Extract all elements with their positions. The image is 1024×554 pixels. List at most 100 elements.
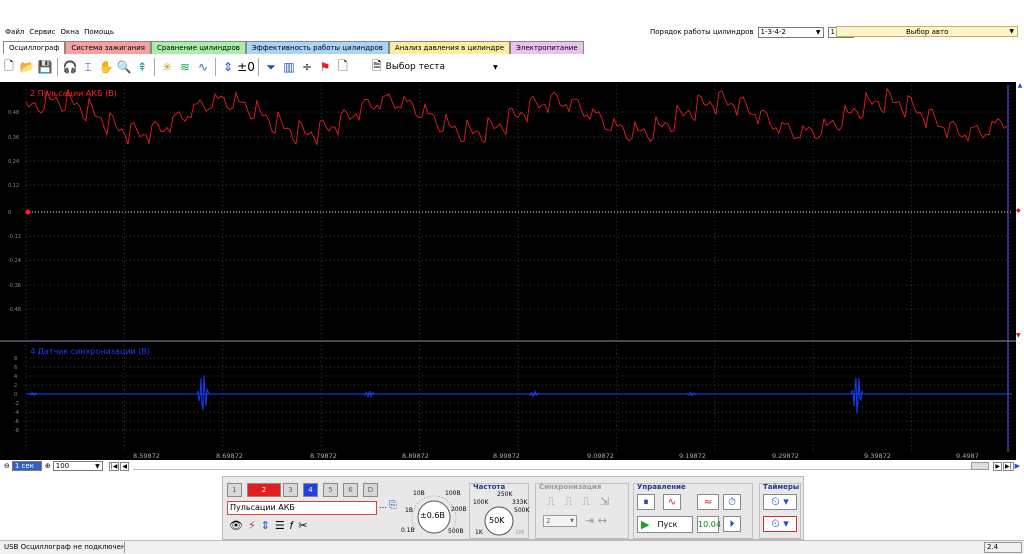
menu-service[interactable]: Сервис <box>29 28 55 36</box>
prev-icon[interactable]: ◀ <box>120 461 130 471</box>
open-folder-icon[interactable]: 📂 <box>19 59 36 76</box>
chevron-down-icon: ▼ <box>1009 28 1014 35</box>
zoom-value: 100 <box>55 462 70 470</box>
zoom-in-icon[interactable]: ⊕ <box>45 462 51 470</box>
sync-level-icon[interactable]: ⇥ ↔ <box>585 514 607 527</box>
y-tick-label: 0 <box>14 392 17 398</box>
channel-button-3[interactable]: 3 <box>283 483 298 497</box>
oscilloscope-view[interactable]: 0.48 0.36 0.24 0.12 0 -0.12 -0.24 -0.36 -0.48 8 6 4… <box>0 82 1016 460</box>
channel-button-1[interactable]: 1 <box>227 483 242 497</box>
cylinder-order-value: 1-3-4-2 <box>760 28 786 36</box>
channel-button-D[interactable]: D <box>363 483 378 497</box>
scatter-icon[interactable]: ✳ <box>159 59 176 76</box>
timer-button[interactable]: ⏲ ▾ <box>763 494 797 510</box>
tab-3[interactable]: Эффективность работы цилиндров <box>245 41 389 54</box>
ellipsis-icon[interactable]: … <box>379 501 387 510</box>
channel-button-5[interactable]: 5 <box>323 483 338 497</box>
first-icon[interactable]: |◀ <box>108 461 120 471</box>
knob-label: 0.1В <box>401 527 415 534</box>
start-label: Пуск <box>657 520 678 529</box>
tab-1[interactable]: Система зажигания <box>65 41 151 54</box>
next-icon[interactable]: ▶ <box>993 461 1002 471</box>
hand-icon[interactable]: ✋ <box>98 59 115 76</box>
fall-icon[interactable]: ⎍ <box>582 495 590 509</box>
marker-red-icon[interactable]: ◆ <box>1016 207 1021 214</box>
channel-label-2: 2 Пульсации АКБ (В) <box>30 89 117 98</box>
last-icon[interactable]: ▶| <box>1002 461 1014 471</box>
test-select[interactable]: 🗎 Выбор теста ▼ <box>372 57 498 78</box>
page-icon[interactable]: 🗋 <box>335 59 352 76</box>
arrow-up-icon[interactable]: ▲ <box>1016 82 1024 89</box>
auto-sync-icon[interactable]: ⇲ <box>600 495 609 509</box>
scroll-thumb[interactable] <box>971 462 990 470</box>
auto-scale-icon[interactable]: ⇕ <box>220 59 237 76</box>
function-icon[interactable]: 𝑓 <box>290 519 293 533</box>
tab-4[interactable]: Анализ давления в цилиндре <box>388 41 510 54</box>
menu-file[interactable]: Файл <box>5 28 24 36</box>
tab-2[interactable]: Сравнение цилиндров <box>150 41 246 54</box>
fit-icon[interactable]: ⇞ <box>134 59 151 76</box>
freq-label: 100K <box>473 499 489 506</box>
channel-name-input[interactable]: Пульсации АКБ <box>227 501 377 515</box>
filter-icon[interactable]: ⏷ <box>263 59 280 76</box>
auto-play-button[interactable]: ⏵ <box>723 516 741 532</box>
cursor-icon[interactable]: ⌶ <box>80 59 97 76</box>
toolbar-separator <box>258 58 259 76</box>
cylinder-order-select[interactable]: 1-3-4-2 ▼ <box>757 26 824 38</box>
tab-5[interactable]: Электропитание <box>510 41 584 54</box>
freq-label: 333K <box>512 499 528 506</box>
time-scrollbar[interactable] <box>133 462 990 470</box>
arrow-down-icon[interactable]: ▼ <box>1016 332 1021 339</box>
y-tick-label: -4 <box>14 410 19 416</box>
sine-button[interactable]: ∿ <box>663 494 681 510</box>
tab-bar: Осциллограф Система зажигания Сравнение ци… <box>3 41 584 54</box>
play-icon[interactable]: ▶ <box>1015 462 1020 470</box>
save-channel-icon[interactable]: ⎘ <box>389 500 397 511</box>
x-tick-label: 9.29872 <box>772 452 799 460</box>
knob-label: 10В <box>413 490 425 497</box>
sync-channel-select[interactable]: 2 ▼ <box>543 515 577 527</box>
scope-right-scroll[interactable]: ▲ ◆ ▼ <box>1016 82 1024 460</box>
new-file-icon[interactable]: 🗋 <box>1 59 18 76</box>
tools-icon[interactable]: ✂ <box>298 519 307 533</box>
channel-label-4: 4 Датчик синхронизации (В) <box>30 347 150 356</box>
oscilloscope-canvas[interactable]: 0.48 0.36 0.24 0.12 0 -0.12 -0.24 -0.36 -0.48 8 6 4… <box>0 82 1016 460</box>
tab-0[interactable]: Осциллограф <box>3 41 66 54</box>
table-icon[interactable]: ▥ <box>281 59 298 76</box>
zero-icon[interactable]: ±0 <box>237 59 255 76</box>
zoom-out-icon[interactable]: ⊖ <box>4 462 10 470</box>
zoom-select[interactable]: 100 ▼ <box>52 461 103 471</box>
updown-icon[interactable]: ⇕ <box>261 519 270 533</box>
channel-button-4[interactable]: 4 <box>303 483 318 497</box>
test-select-label: Выбор теста <box>385 62 446 72</box>
car-select[interactable]: Выбор авто ▼ <box>836 26 1018 37</box>
timer-stop-button[interactable]: ⏲ ▾ <box>763 516 797 532</box>
status-divider <box>124 542 125 553</box>
invert-icon[interactable]: ⚡ <box>248 519 256 533</box>
rise-icon[interactable]: ⎍ <box>565 495 573 509</box>
knob-label: 200В <box>451 506 467 513</box>
oscillogram-button[interactable]: ≈ <box>697 494 719 510</box>
headphones-icon[interactable]: 🎧 <box>62 59 79 76</box>
channel-button-6[interactable]: 6 <box>343 483 358 497</box>
record-time-field[interactable]: 10.04 <box>697 516 721 533</box>
filter-lines-icon[interactable]: ☰ <box>275 519 285 533</box>
overlay-icon[interactable]: ≋ <box>177 59 194 76</box>
wave-icon[interactable]: ∿ <box>195 59 212 76</box>
marker-icon[interactable]: ⚑ <box>317 59 334 76</box>
menu-windows[interactable]: Окна <box>61 28 80 36</box>
channel-button-2[interactable]: 2 <box>247 483 281 497</box>
menu-help[interactable]: Помощь <box>84 28 114 36</box>
y-tick-label: 0 <box>8 210 11 216</box>
pause-button[interactable]: ⏸ <box>637 494 655 510</box>
chevron-down-icon: ▼ <box>570 518 574 524</box>
rise-edge-icon[interactable]: ⎍ <box>547 495 555 509</box>
eye-icon[interactable]: 👁 <box>229 519 243 533</box>
start-button[interactable]: ▶ Пуск <box>637 516 693 533</box>
time-scale-select[interactable]: 1 сек <box>11 461 42 471</box>
y-tick-label: -0.24 <box>8 258 21 264</box>
divide-icon[interactable]: ÷ <box>299 59 316 76</box>
auto-timer-button[interactable]: ⏱ <box>723 494 741 510</box>
zoom-icon[interactable]: 🔍 <box>116 59 133 76</box>
save-icon[interactable]: 💾 <box>37 59 54 76</box>
